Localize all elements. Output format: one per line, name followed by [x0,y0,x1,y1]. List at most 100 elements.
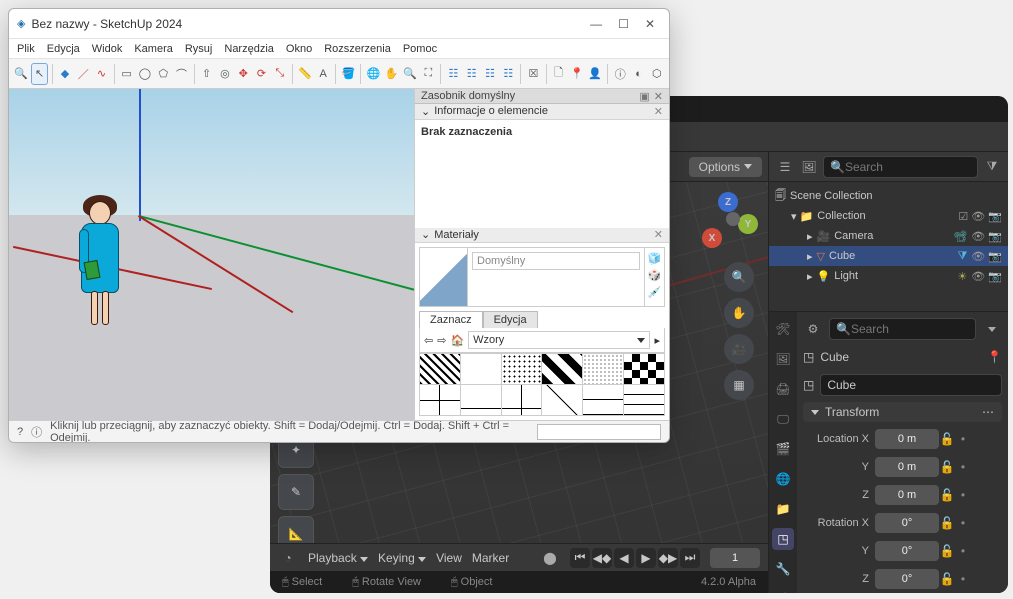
ptab-collection-icon[interactable]: 📁 [772,498,794,520]
pattern-swatch[interactable] [624,385,664,415]
object-breadcrumb[interactable]: Cube [820,350,849,364]
pan-icon[interactable]: ✋ [724,298,754,328]
scale-figure[interactable] [75,195,125,330]
pattern-swatch[interactable] [461,385,501,415]
newdoc-icon[interactable]: 🗋 [550,63,566,85]
keyframe-prev-icon[interactable]: ◀◆ [592,548,612,568]
material-tab-select[interactable]: Zaznacz [419,311,483,328]
ptab-tool-icon[interactable]: 🛠 [772,318,794,340]
line-tool-icon[interactable]: ／ [75,63,91,85]
layers-4-icon[interactable]: ☷ [500,63,516,85]
outliner-search[interactable]: 🔍 Search [823,156,978,178]
tree-collection[interactable]: ▾ 📁 Collection ☑ 👁 📷 [769,206,1008,226]
home-icon[interactable]: 🏠 [450,334,464,347]
pattern-swatch[interactable] [542,385,582,415]
pushpull-tool-icon[interactable]: ⇧ [198,63,214,85]
loc-z-field[interactable]: 0 m [875,485,939,505]
extension-2-icon[interactable]: ◐ [630,63,646,85]
pattern-swatch[interactable] [624,354,664,384]
default-material-icon[interactable]: 🎲 [648,269,662,282]
view-menu[interactable]: View [436,551,462,565]
play-reverse-icon[interactable]: ◀ [614,548,634,568]
loc-y-field[interactable]: 0 m [875,457,939,477]
ptab-particles-icon[interactable]: ✨ [772,588,794,593]
props-type-icon[interactable]: ⚙ [803,319,823,339]
gizmo-z[interactable]: Z [718,192,738,212]
tree-item-camera[interactable]: ▸ 🎥 Camera 📽 👁 📷 [769,226,1008,246]
transform-panel-header[interactable]: Transform ⋯ [803,402,1002,422]
tree-scene-collection[interactable]: 🗐Scene Collection [769,186,1008,206]
jump-end-icon[interactable]: ⏭ [680,548,700,568]
extension-3-icon[interactable]: ⬡ [649,63,665,85]
menu-tools[interactable]: Narzędzia [224,43,274,55]
keying-menu[interactable]: Keying [378,551,426,565]
zoom-icon[interactable]: 🔍 [724,262,754,292]
extension-1-icon[interactable]: ⓘ [612,63,628,85]
ptab-modifier-icon[interactable]: 🔧 [772,558,794,580]
perspective-icon[interactable]: ▦ [724,370,754,400]
materials-header[interactable]: ⌄ Materiały ✕ [415,228,669,243]
create-material-icon[interactable]: 🧊 [648,252,662,265]
options-icon[interactable] [982,319,1002,339]
tape-tool-icon[interactable]: 📏 [297,63,313,85]
outliner-tree[interactable]: 🗐Scene Collection ▾ 📁 Collection ☑ 👁 📷 ▸… [769,182,1008,311]
offset-tool-icon[interactable]: ◎ [217,63,233,85]
sketchup-viewport[interactable] [9,89,414,420]
menu-file[interactable]: Plik [17,43,35,55]
material-name-field[interactable]: Domyślny [472,252,640,270]
marker-menu[interactable]: Marker [472,551,509,565]
pattern-swatch[interactable] [542,354,582,384]
gizmo-center[interactable] [726,212,740,226]
menu-view[interactable]: Widok [92,43,123,55]
pan-tool-icon[interactable]: ✋ [384,63,400,85]
zoom-tool-icon[interactable]: 🔍 [402,63,418,85]
ptab-render-icon[interactable]: 🖼 [772,348,794,370]
layers-3-icon[interactable]: ☷ [482,63,498,85]
material-library-dropdown[interactable]: Wzory [468,331,650,349]
rot-y-field[interactable]: 0° [875,541,939,561]
tree-item-cube[interactable]: ▸ ▽ Cube ⧩ 👁 📷 [769,246,1008,266]
help-icon[interactable]: ? [17,426,23,438]
loc-x-field[interactable]: 0 m [875,429,939,449]
forward-icon[interactable]: ⇨ [437,334,446,347]
search-tool-icon[interactable]: 🔍 [13,63,29,85]
layers-2-icon[interactable]: ☷ [464,63,480,85]
gizmo-x[interactable]: X [702,228,722,248]
annotate-tool[interactable]: ✎ [278,474,314,510]
menu-extensions[interactable]: Rozszerzenia [324,43,391,55]
menu-camera[interactable]: Kamera [134,43,173,55]
view-icon[interactable]: 🖼 [799,157,819,177]
material-tab-edit[interactable]: Edycja [483,311,538,328]
maximize-icon[interactable]: ☐ [618,17,629,31]
pattern-swatch[interactable] [461,354,501,384]
lock-icon[interactable]: 🔓 [939,432,955,446]
text-tool-icon[interactable]: A [315,63,331,85]
ptab-object-icon[interactable]: ◳ [772,528,794,550]
layers-1-icon[interactable]: ☷ [445,63,461,85]
object-name-field[interactable]: Cube [820,374,1002,396]
eraser-tool-icon[interactable]: ◆ [57,63,73,85]
navigation-gizmo[interactable]: Z Y X [698,192,758,252]
person-icon[interactable]: 👤 [587,63,603,85]
playback-menu[interactable]: Playback [308,551,368,565]
details-icon[interactable]: ▸ [654,334,660,347]
autokey-icon[interactable]: ⬤ [540,548,560,568]
current-frame-field[interactable]: 1 [710,548,760,568]
pattern-swatch[interactable] [502,385,542,415]
options-button[interactable]: Options [689,157,762,177]
pattern-swatch[interactable] [583,354,623,384]
rot-z-field[interactable]: 0° [875,569,939,589]
tray-pin-icon[interactable]: ▣ [639,90,649,103]
rotate-tool-icon[interactable]: ⟳ [253,63,269,85]
menu-help[interactable]: Pomoc [403,43,437,55]
pattern-swatch[interactable] [583,385,623,415]
zoom-extents-icon[interactable]: ⛶ [420,63,436,85]
pin-icon[interactable]: 📍 [987,350,1002,364]
sketchup-titlebar[interactable]: ◈ Bez nazwy - SketchUp 2024 — ☐ ✕ [9,9,669,39]
ptab-view-icon[interactable]: 🖵 [772,408,794,430]
pattern-swatch[interactable] [420,385,460,415]
tree-item-light[interactable]: ▸ 💡 Light ☀ 👁 📷 [769,266,1008,286]
keyframe-next-icon[interactable]: ◆▶ [658,548,678,568]
orbit-tool-icon[interactable]: 🌐 [365,63,381,85]
paint-tool-icon[interactable]: 🪣 [340,63,356,85]
